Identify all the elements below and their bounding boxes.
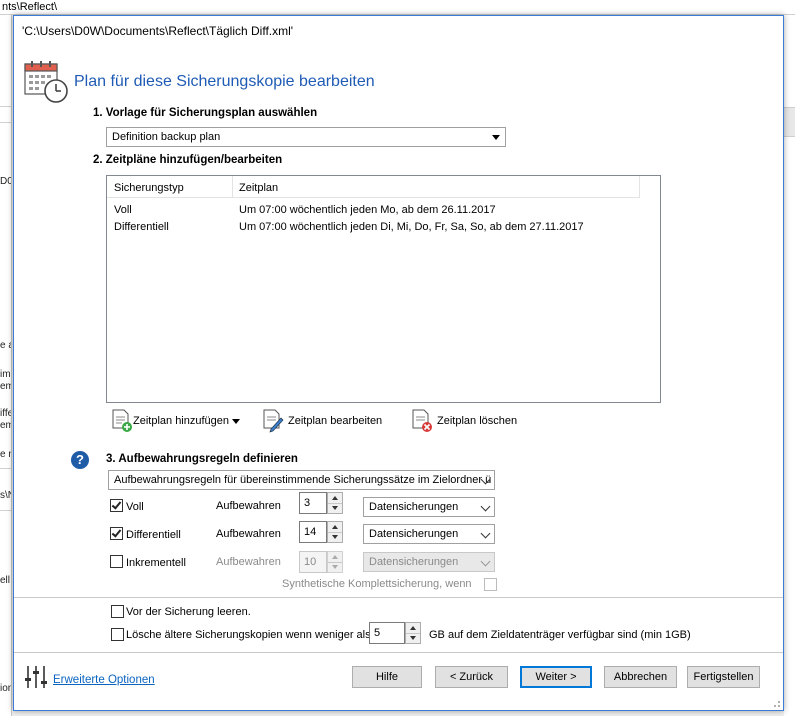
help-icon[interactable]: ? xyxy=(71,451,89,469)
retention-rule-dropdown[interactable]: Aufbewahrungsregeln für übereinstimmende… xyxy=(108,470,495,490)
stepper-down-icon xyxy=(332,565,338,569)
bg-fragment-6: eme xyxy=(0,420,11,431)
stepper-up-icon xyxy=(332,555,338,559)
incremental-keep-label: Aufbewahren xyxy=(216,556,281,568)
full-checkbox[interactable] xyxy=(110,499,123,512)
sliders-icon xyxy=(25,666,47,688)
bg-fragment-7: e n xyxy=(0,449,11,460)
add-schedule-dropdown-icon[interactable] xyxy=(232,419,240,424)
incremental-unit-value: Datensicherungen xyxy=(369,556,459,568)
background-window-title: nts\Reflect\ xyxy=(2,1,58,13)
stepper-up-icon[interactable] xyxy=(410,626,416,630)
differential-keep-label: Aufbewahren xyxy=(216,528,281,540)
stepper-up-icon[interactable] xyxy=(332,496,338,500)
divider xyxy=(14,652,783,653)
row-schedule: Um 07:00 wöchentlich jeden Mo, ab dem 26… xyxy=(239,204,496,216)
synthetic-full-checkbox xyxy=(484,578,497,591)
section-template-label: 1. Vorlage für Sicherungsplan auswählen xyxy=(93,107,318,119)
edit-schedule-icon xyxy=(263,409,284,433)
incremental-keep-value: 10 xyxy=(299,551,327,573)
divider xyxy=(14,597,783,598)
incremental-checkbox[interactable] xyxy=(110,555,123,568)
section-retention-label: 3. Aufbewahrungsregeln definieren xyxy=(106,453,298,465)
clear-before-label: Vor der Sicherung leeren. xyxy=(126,606,251,618)
add-schedule-label: Zeitplan hinzufügen xyxy=(133,415,230,427)
table-row[interactable]: Voll Um 07:00 wöchentlich jeden Mo, ab d… xyxy=(107,203,660,220)
cancel-button[interactable]: Abbrechen xyxy=(604,666,677,688)
section-schedules-label: 2. Zeitpläne hinzufügen/bearbeiten xyxy=(93,154,283,166)
schedule-list[interactable]: Sicherungstyp Zeitplan Voll Um 07:00 wöc… xyxy=(106,175,661,403)
delete-schedule-label: Zeitplan löschen xyxy=(437,415,518,427)
incremental-unit-dropdown: Datensicherungen xyxy=(363,552,495,572)
dialog-title: 'C:\Users\D0W\Documents\Reflect\Täglich … xyxy=(22,24,294,38)
add-schedule-button[interactable]: Zeitplan hinzufügen xyxy=(111,409,246,433)
full-keep-label: Aufbewahren xyxy=(216,500,281,512)
delete-schedule-icon xyxy=(412,409,432,432)
backup-plan-dialog: 'C:\Users\D0W\Documents\Reflect\Täglich … xyxy=(13,15,784,711)
finish-button[interactable]: Fertigstellen xyxy=(687,666,760,688)
schedule-list-header: Sicherungstyp Zeitplan xyxy=(107,176,640,198)
differential-keep-value[interactable]: 14 xyxy=(299,521,327,543)
full-unit-dropdown[interactable]: Datensicherungen xyxy=(363,497,495,517)
delete-older-checkbox[interactable] xyxy=(111,628,124,641)
gb-threshold-suffix: GB auf dem Zieldatenträger verfügbar sin… xyxy=(429,629,691,641)
background-window-titlebar: nts\Reflect\ xyxy=(0,0,795,15)
edit-schedule-label: Zeitplan bearbeiten xyxy=(288,415,383,427)
full-keep-stepper[interactable]: 3 xyxy=(299,492,343,514)
bg-fragment-5: iffe xyxy=(0,408,12,419)
add-schedule-icon xyxy=(112,409,132,432)
help-button[interactable]: Hilfe xyxy=(352,666,422,688)
delete-older-label: Lösche ältere Sicherungskopien wenn weni… xyxy=(126,629,371,641)
bg-fragment-3: im xyxy=(0,369,11,380)
bg-fragment-2: e a xyxy=(0,340,11,351)
row-schedule: Um 07:00 wöchentlich jeden Di, Mi, Do, F… xyxy=(239,221,584,233)
gb-threshold-stepper[interactable]: 5 xyxy=(369,622,421,644)
template-dropdown-value: Definition backup plan xyxy=(112,131,221,143)
stepper-down-icon[interactable] xyxy=(410,636,416,640)
bg-fragment-10: ion xyxy=(0,683,11,694)
resize-grip-icon[interactable] xyxy=(771,698,781,708)
table-row[interactable]: Differentiell Um 07:00 wöchentlich jeden… xyxy=(107,220,660,237)
incremental-label: Inkrementell xyxy=(126,557,186,569)
differential-unit-value: Datensicherungen xyxy=(369,528,459,540)
full-unit-value: Datensicherungen xyxy=(369,501,459,513)
column-header-type[interactable]: Sicherungstyp xyxy=(114,182,184,194)
chevron-down-icon xyxy=(480,501,491,512)
incremental-keep-stepper: 10 xyxy=(299,551,343,573)
edit-schedule-button[interactable]: Zeitplan bearbeiten xyxy=(262,409,387,433)
row-type: Voll xyxy=(114,204,132,216)
column-header-schedule[interactable]: Zeitplan xyxy=(239,182,278,194)
bg-fragment-8: s\N xyxy=(0,490,11,501)
stepper-up-icon[interactable] xyxy=(332,525,338,529)
background-window-right-edge xyxy=(784,15,795,716)
template-dropdown[interactable]: Definition backup plan xyxy=(106,127,506,147)
bg-fragment-4: eme xyxy=(0,381,11,392)
back-button[interactable]: < Zurück xyxy=(435,666,508,688)
chevron-down-icon xyxy=(480,556,491,567)
differential-checkbox[interactable] xyxy=(110,527,123,540)
bg-fragment-1: D0W xyxy=(0,176,11,187)
dropdown-arrow-icon xyxy=(492,135,500,140)
synthetic-full-label: Synthetische Komplettsicherung, wenn xyxy=(282,578,472,590)
background-window-left-edge: D0W e a im eme iffe eme e n s\N ell ion xyxy=(0,15,12,716)
retention-rule-value: Aufbewahrungsregeln für übereinstimmende… xyxy=(114,474,492,486)
differential-label: Differentiell xyxy=(126,529,181,541)
next-button[interactable]: Weiter > xyxy=(520,666,592,688)
gb-threshold-value[interactable]: 5 xyxy=(369,622,405,644)
full-keep-value[interactable]: 3 xyxy=(299,492,327,514)
bg-fragment-9: ell xyxy=(0,575,11,586)
calendar-clock-icon xyxy=(24,61,68,103)
row-type: Differentiell xyxy=(114,221,169,233)
delete-schedule-button[interactable]: Zeitplan löschen xyxy=(411,409,521,433)
differential-unit-dropdown[interactable]: Datensicherungen xyxy=(363,524,495,544)
stepper-down-icon[interactable] xyxy=(332,506,338,510)
clear-before-checkbox[interactable] xyxy=(111,605,124,618)
dialog-header: Plan für diese Sicherungskopie bearbeite… xyxy=(74,73,375,90)
differential-keep-stepper[interactable]: 14 xyxy=(299,521,343,543)
advanced-options-link[interactable]: Erweiterte Optionen xyxy=(53,674,155,686)
full-label: Voll xyxy=(126,501,144,513)
stepper-down-icon[interactable] xyxy=(332,535,338,539)
chevron-down-icon xyxy=(480,528,491,539)
